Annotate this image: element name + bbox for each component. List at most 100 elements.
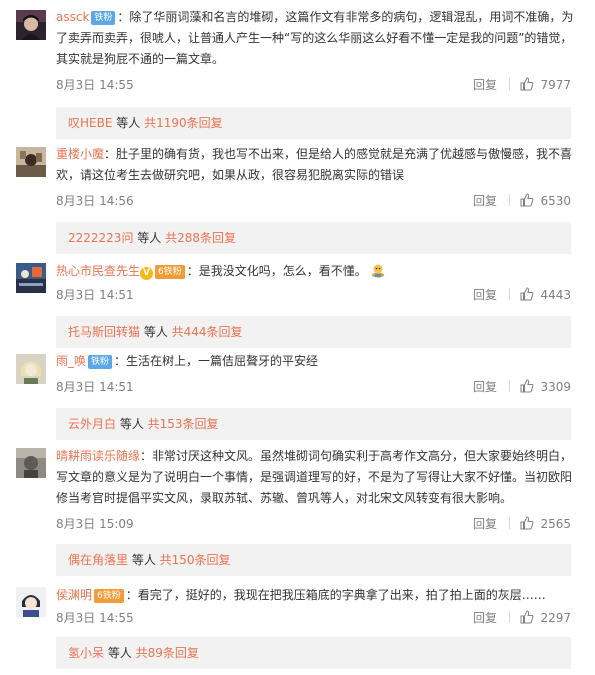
comment-item: assck 铁粉 ：除了华丽词藻和名言的堆砌，这篇作文有非常多的病句，逻辑混乱，用词…: [0, 0, 595, 139]
reply-button[interactable]: 回复: [473, 192, 497, 210]
fan-badge[interactable]: 6铁粉: [155, 265, 185, 279]
reply-button[interactable]: 回复: [473, 378, 497, 396]
replies-text: 等人: [104, 646, 136, 660]
comment-item: 热心市民查先生 V 6铁粉 ：是我没文化吗，怎么，看不懂。 8月3日 14:51 回复…: [0, 252, 595, 348]
comment-username[interactable]: assck: [56, 10, 89, 24]
reply-username[interactable]: 偶在角落里: [68, 553, 128, 567]
comment-username[interactable]: 重楼小魔: [56, 147, 104, 161]
like-button[interactable]: 7977: [509, 76, 571, 94]
comment-body: ：除了华丽词藻和名言的堆砌，这篇作文有非常多的病句，逻辑混乱，用词不准确，为了卖…: [56, 10, 574, 66]
comment-list: assck 铁粉 ：除了华丽词藻和名言的堆砌，这篇作文有非常多的病句，逻辑混乱，用词…: [0, 0, 595, 675]
divider: [509, 380, 511, 392]
replies-summary[interactable]: 云外月白 等人 共153条回复: [56, 408, 571, 440]
reply-button[interactable]: 回复: [473, 76, 497, 94]
comment-text: assck 铁粉 ：除了华丽词藻和名言的堆砌，这篇作文有非常多的病句，逻辑混乱，用词…: [56, 7, 583, 70]
like-count: 2297: [540, 611, 571, 625]
comment-date: 8月3日 14:51: [56, 380, 134, 394]
reply-username[interactable]: 叹HEBE: [68, 116, 112, 130]
comment-text: 侯渊明 6铁粉 ：看完了，挺好的，我现在把我压箱底的字典拿了出来，拍了拍上面的灰层……: [56, 585, 583, 606]
thumbs-up-icon: [520, 516, 534, 530]
comment-body: ：肚子里的确有货，我也写不出来，但是给人的感觉就是充满了优越感与傲慢感，我不喜欢…: [56, 147, 573, 182]
doge-emoji-icon: [371, 264, 384, 278]
comment-body: ：生活在树上，一篇佶屈聱牙的平安经: [114, 354, 319, 368]
comment-meta: 8月3日 14:55 回复 7977: [56, 76, 583, 94]
comment-username[interactable]: 晴耕雨读乐随缘: [56, 449, 140, 463]
fan-label: 铁粉: [163, 267, 182, 277]
comment-username[interactable]: 侯渊明: [56, 588, 92, 602]
like-button[interactable]: 6530: [509, 192, 571, 210]
like-count: 3309: [540, 380, 571, 394]
comment-item: 雨_唤 铁粉 ：生活在树上，一篇佶屈聱牙的平安经 8月3日 14:51 回复 330…: [0, 344, 595, 440]
reply-button[interactable]: 回复: [473, 286, 497, 304]
comment-text: 热心市民查先生 V 6铁粉 ：是我没文化吗，怎么，看不懂。: [56, 261, 583, 282]
replies-count-link[interactable]: 共288条回复: [165, 231, 236, 245]
comment-item: 重楼小魔：肚子里的确有货，我也写不出来，但是给人的感觉就是充满了优越感与傲慢感，…: [0, 137, 595, 254]
comment-item: 晴耕雨读乐随缘：非常讨厌这种文风。虽然堆砌词句确实利于高考作文高分，但大家要始终…: [0, 437, 595, 576]
reply-username[interactable]: 2222223问: [68, 231, 133, 245]
replies-text: 等人: [128, 553, 160, 567]
comment-body: ：是我没文化吗，怎么，看不懂。: [186, 264, 367, 278]
reply-username[interactable]: 云外月白: [68, 417, 116, 431]
comment-username[interactable]: 热心市民查先生: [56, 264, 140, 278]
replies-count-link[interactable]: 共153条回复: [148, 417, 219, 431]
verified-icon: V: [140, 267, 154, 280]
thumbs-up-icon: [520, 77, 534, 91]
fan-badge[interactable]: 铁粉: [88, 355, 113, 369]
divider: [509, 78, 511, 90]
like-count: 6530: [540, 194, 571, 208]
divider: [509, 517, 511, 529]
replies-count-link[interactable]: 共444条回复: [172, 325, 243, 339]
avatar[interactable]: [16, 354, 46, 384]
replies-count-link[interactable]: 共150条回复: [160, 553, 231, 567]
like-count: 4443: [540, 288, 571, 302]
comment-date: 8月3日 14:55: [56, 611, 134, 625]
comment-text: 雨_唤 铁粉 ：生活在树上，一篇佶屈聱牙的平安经: [56, 351, 583, 372]
avatar[interactable]: [16, 587, 46, 617]
fan-label: 铁粉: [102, 591, 121, 601]
replies-text: 等人: [116, 417, 148, 431]
replies-count-link[interactable]: 共1190条回复: [144, 116, 223, 130]
comment-meta: 8月3日 14:56 回复 6530: [56, 192, 583, 210]
avatar[interactable]: [16, 10, 46, 40]
thumbs-up-icon: [520, 287, 534, 301]
replies-summary[interactable]: 偶在角落里 等人 共150条回复: [56, 544, 571, 576]
replies-summary[interactable]: 2222223问 等人 共288条回复: [56, 222, 571, 254]
thumbs-up-icon: [520, 379, 534, 393]
avatar[interactable]: [16, 263, 46, 293]
replies-text: 等人: [140, 325, 172, 339]
divider: [509, 194, 511, 206]
comment-text: 晴耕雨读乐随缘：非常讨厌这种文风。虽然堆砌词句确实利于高考作文高分，但大家要始终…: [56, 446, 583, 509]
comment-meta: 8月3日 14:55 回复 2297: [56, 609, 583, 627]
comment-meta: 8月3日 15:09 回复 2565: [56, 515, 583, 533]
comment-date: 8月3日 14:51: [56, 288, 134, 302]
comment-meta: 8月3日 14:51 回复 3309: [56, 378, 583, 396]
like-button[interactable]: 3309: [509, 378, 571, 396]
replies-summary[interactable]: 氢小呆 等人 共89条回复: [56, 637, 571, 669]
like-button[interactable]: 4443: [509, 286, 571, 304]
replies-count-link[interactable]: 共89条回复: [136, 646, 199, 660]
comment-item: 侯渊明 6铁粉 ：看完了，挺好的，我现在把我压箱底的字典拿了出来，拍了拍上面的灰层……: [0, 575, 595, 675]
comment-body: ：看完了，挺好的，我现在把我压箱底的字典拿了出来，拍了拍上面的灰层……: [125, 588, 546, 602]
avatar[interactable]: [16, 147, 46, 177]
replies-summary[interactable]: 叹HEBE 等人 共1190条回复: [56, 107, 571, 139]
fan-badge[interactable]: 6铁粉: [94, 589, 124, 603]
like-button[interactable]: 2297: [509, 609, 571, 627]
thumbs-up-icon: [520, 610, 534, 624]
comment-date: 8月3日 14:55: [56, 78, 134, 92]
reply-button[interactable]: 回复: [473, 609, 497, 627]
comment-text: 重楼小魔：肚子里的确有货，我也写不出来，但是给人的感觉就是充满了优越感与傲慢感，…: [56, 144, 583, 186]
avatar[interactable]: [16, 448, 46, 478]
fan-badge[interactable]: 铁粉: [91, 11, 116, 25]
like-count: 2565: [540, 517, 571, 531]
reply-username[interactable]: 氢小呆: [68, 646, 104, 660]
like-button[interactable]: 2565: [509, 515, 571, 533]
reply-username[interactable]: 托马斯回转猫: [68, 325, 140, 339]
divider: [509, 288, 511, 300]
reply-button[interactable]: 回复: [473, 515, 497, 533]
comment-meta: 8月3日 14:51 回复 4443: [56, 286, 583, 304]
comment-date: 8月3日 14:56: [56, 194, 134, 208]
like-count: 7977: [540, 78, 571, 92]
comment-username[interactable]: 雨_唤: [56, 354, 86, 368]
comment-date: 8月3日 15:09: [56, 517, 134, 531]
replies-text: 等人: [112, 116, 145, 130]
